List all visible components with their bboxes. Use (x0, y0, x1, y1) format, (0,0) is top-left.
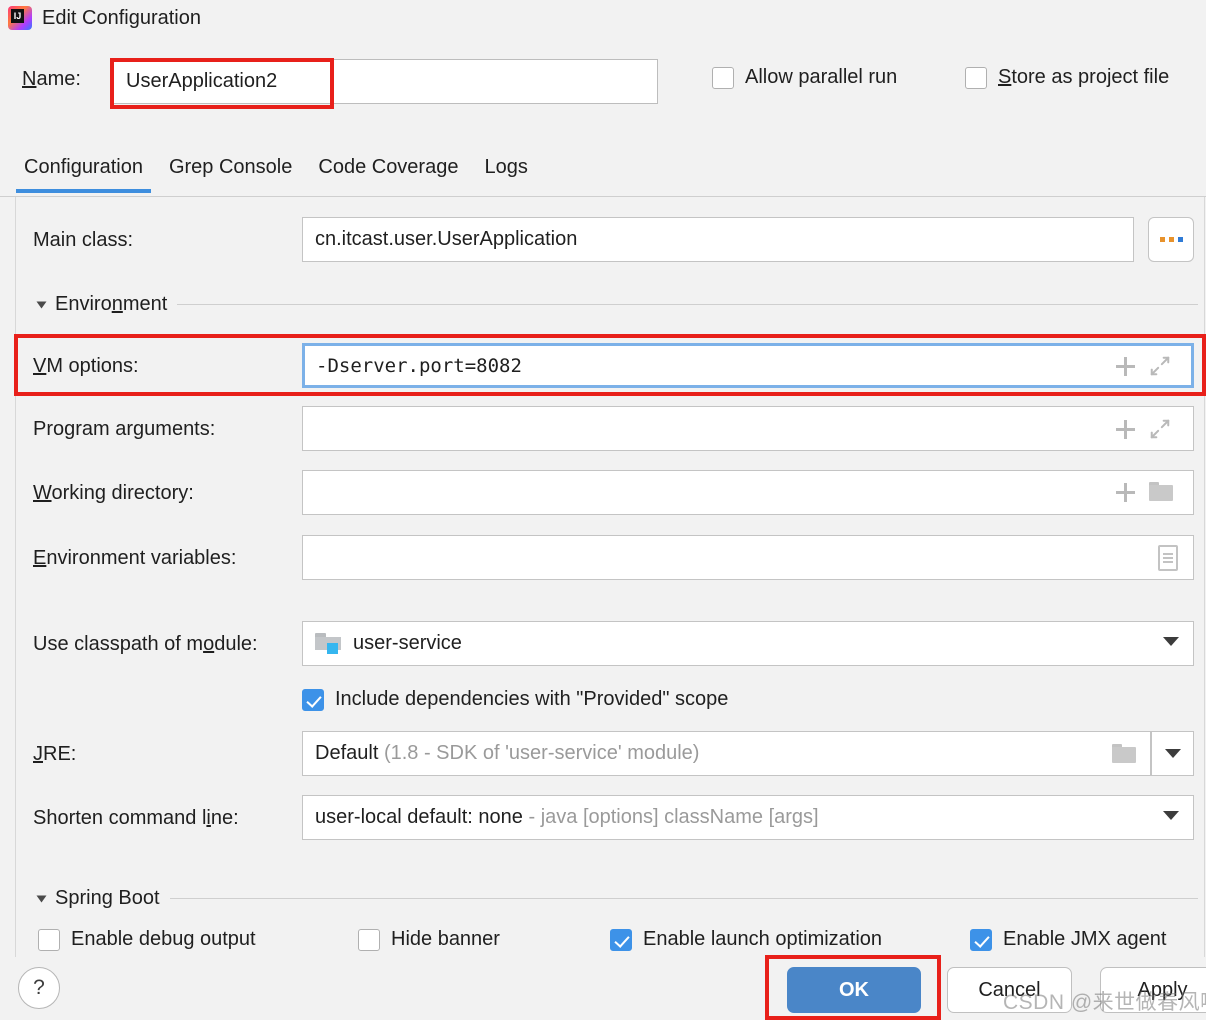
vm-options-input[interactable]: -Dserver.port=8082 (302, 343, 1194, 388)
jre-label: JRE: (33, 743, 76, 766)
environment-variables-adornments (1158, 545, 1178, 571)
section-environment[interactable]: Environment (38, 293, 1198, 316)
tab-bar: Configuration Grep Console Code Coverage… (0, 156, 1206, 196)
add-icon[interactable] (1116, 420, 1135, 439)
main-class-value: cn.itcast.user.UserApplication (303, 228, 577, 251)
jre-dropdown[interactable]: Default (1.8 - SDK of 'user-service' mod… (302, 731, 1151, 776)
main-class-label: Main class: (33, 229, 133, 252)
intellij-idea-icon: IJ (8, 6, 32, 30)
section-rule (170, 898, 1198, 899)
checkbox-box-icon[interactable] (712, 67, 734, 89)
panel-right-border (1204, 197, 1205, 957)
section-rule (177, 304, 1198, 305)
module-dropdown[interactable]: user-service (302, 621, 1194, 666)
checkbox-label: Store as project file (998, 66, 1169, 89)
vm-options-label: VM options: (33, 355, 139, 378)
program-arguments-adornments (1116, 418, 1171, 440)
checkbox-store-as-project-file[interactable]: Store as project file (965, 66, 1169, 89)
checkbox-enable-debug-output[interactable]: Enable debug output (38, 928, 256, 951)
jre-value: Default (1.8 - SDK of 'user-service' mod… (303, 742, 699, 765)
add-icon[interactable] (1116, 483, 1135, 502)
checkbox-box-icon[interactable] (38, 929, 60, 951)
shorten-command-line-value: user-local default: none - java [options… (303, 806, 819, 829)
module-folder-icon (315, 633, 341, 654)
checkbox-label: Enable debug output (71, 928, 256, 951)
checkbox-label: Enable JMX agent (1003, 928, 1166, 951)
tab-divider (0, 196, 1206, 197)
vm-options-value: -Dserver.port=8082 (304, 355, 522, 377)
ellipsis-icon (1160, 237, 1183, 242)
main-class-browse-button[interactable] (1148, 217, 1194, 262)
checkbox-box-icon[interactable] (358, 929, 380, 951)
folder-icon[interactable] (1149, 482, 1173, 502)
chevron-down-icon[interactable] (37, 301, 47, 308)
dialog-titlebar: IJ Edit Configuration (0, 0, 1206, 36)
shorten-command-line-label: Shorten command line: (33, 807, 239, 830)
panel-left-border (15, 197, 16, 957)
expand-icon[interactable] (1149, 355, 1171, 377)
environment-variables-input[interactable] (302, 535, 1194, 580)
checkbox-enable-jmx-agent[interactable]: Enable JMX agent (970, 928, 1166, 951)
tab-code-coverage[interactable]: Code Coverage (314, 156, 462, 189)
checkbox-box-icon[interactable] (610, 929, 632, 951)
section-spring-boot[interactable]: Spring Boot (38, 887, 1198, 910)
module-dropdown-value: user-service (341, 632, 462, 655)
checkbox-hide-banner[interactable]: Hide banner (358, 928, 500, 951)
checkbox-label: Include dependencies with "Provided" sco… (335, 688, 728, 711)
jre-folder-icon[interactable] (1112, 744, 1136, 764)
checkbox-box-icon[interactable] (965, 67, 987, 89)
add-icon[interactable] (1116, 357, 1135, 376)
checkbox-label: Allow parallel run (745, 66, 897, 89)
module-dropdown-chevron-icon[interactable] (1163, 637, 1179, 646)
tab-grep-console[interactable]: Grep Console (165, 156, 296, 189)
dialog-title: Edit Configuration (42, 7, 201, 30)
name-input[interactable]: UserApplication2 (113, 59, 658, 104)
jre-chevron-icon (1165, 749, 1181, 758)
environment-variables-label: Environment variables: (33, 547, 236, 570)
name-input-value: UserApplication2 (126, 70, 277, 93)
working-directory-label: Working directory: (33, 482, 194, 505)
ok-button[interactable]: OK (787, 967, 921, 1013)
shorten-command-line-dropdown[interactable]: user-local default: none - java [options… (302, 795, 1194, 840)
section-environment-title: Environment (55, 293, 167, 316)
checkbox-label: Enable launch optimization (643, 928, 882, 951)
csdn-watermark: CSDN @来世做春风啊 (1003, 986, 1206, 1016)
program-arguments-label: Program arguments: (33, 418, 215, 441)
tab-logs[interactable]: Logs (480, 156, 531, 189)
help-button[interactable]: ? (18, 967, 60, 1009)
checkbox-allow-parallel-run[interactable]: Allow parallel run (712, 66, 897, 89)
checkbox-enable-launch-optimization[interactable]: Enable launch optimization (610, 928, 882, 951)
vm-options-adornments (1116, 355, 1171, 377)
edit-configuration-dialog: IJ Edit Configuration Name: UserApplicat… (0, 0, 1206, 1020)
document-icon[interactable] (1158, 545, 1178, 571)
checkbox-include-provided-scope[interactable]: Include dependencies with "Provided" sco… (302, 688, 728, 711)
use-classpath-of-module-label: Use classpath of module: (33, 633, 258, 656)
checkbox-box-icon[interactable] (970, 929, 992, 951)
name-label: Name: (22, 68, 81, 91)
checkbox-box-icon[interactable] (302, 689, 324, 711)
program-arguments-input[interactable] (302, 406, 1194, 451)
top-checkbox-group: Allow parallel run Store as project file (712, 66, 1202, 100)
section-spring-boot-title: Spring Boot (55, 887, 160, 910)
checkbox-label: Hide banner (391, 928, 500, 951)
tab-configuration[interactable]: Configuration (20, 156, 147, 189)
working-directory-input[interactable] (302, 470, 1194, 515)
jre-dropdown-button[interactable] (1151, 731, 1194, 776)
working-directory-adornments (1116, 482, 1173, 502)
chevron-down-icon[interactable] (37, 895, 47, 902)
expand-icon[interactable] (1149, 418, 1171, 440)
main-class-input[interactable]: cn.itcast.user.UserApplication (302, 217, 1134, 262)
shorten-command-line-chevron-icon[interactable] (1163, 811, 1179, 820)
